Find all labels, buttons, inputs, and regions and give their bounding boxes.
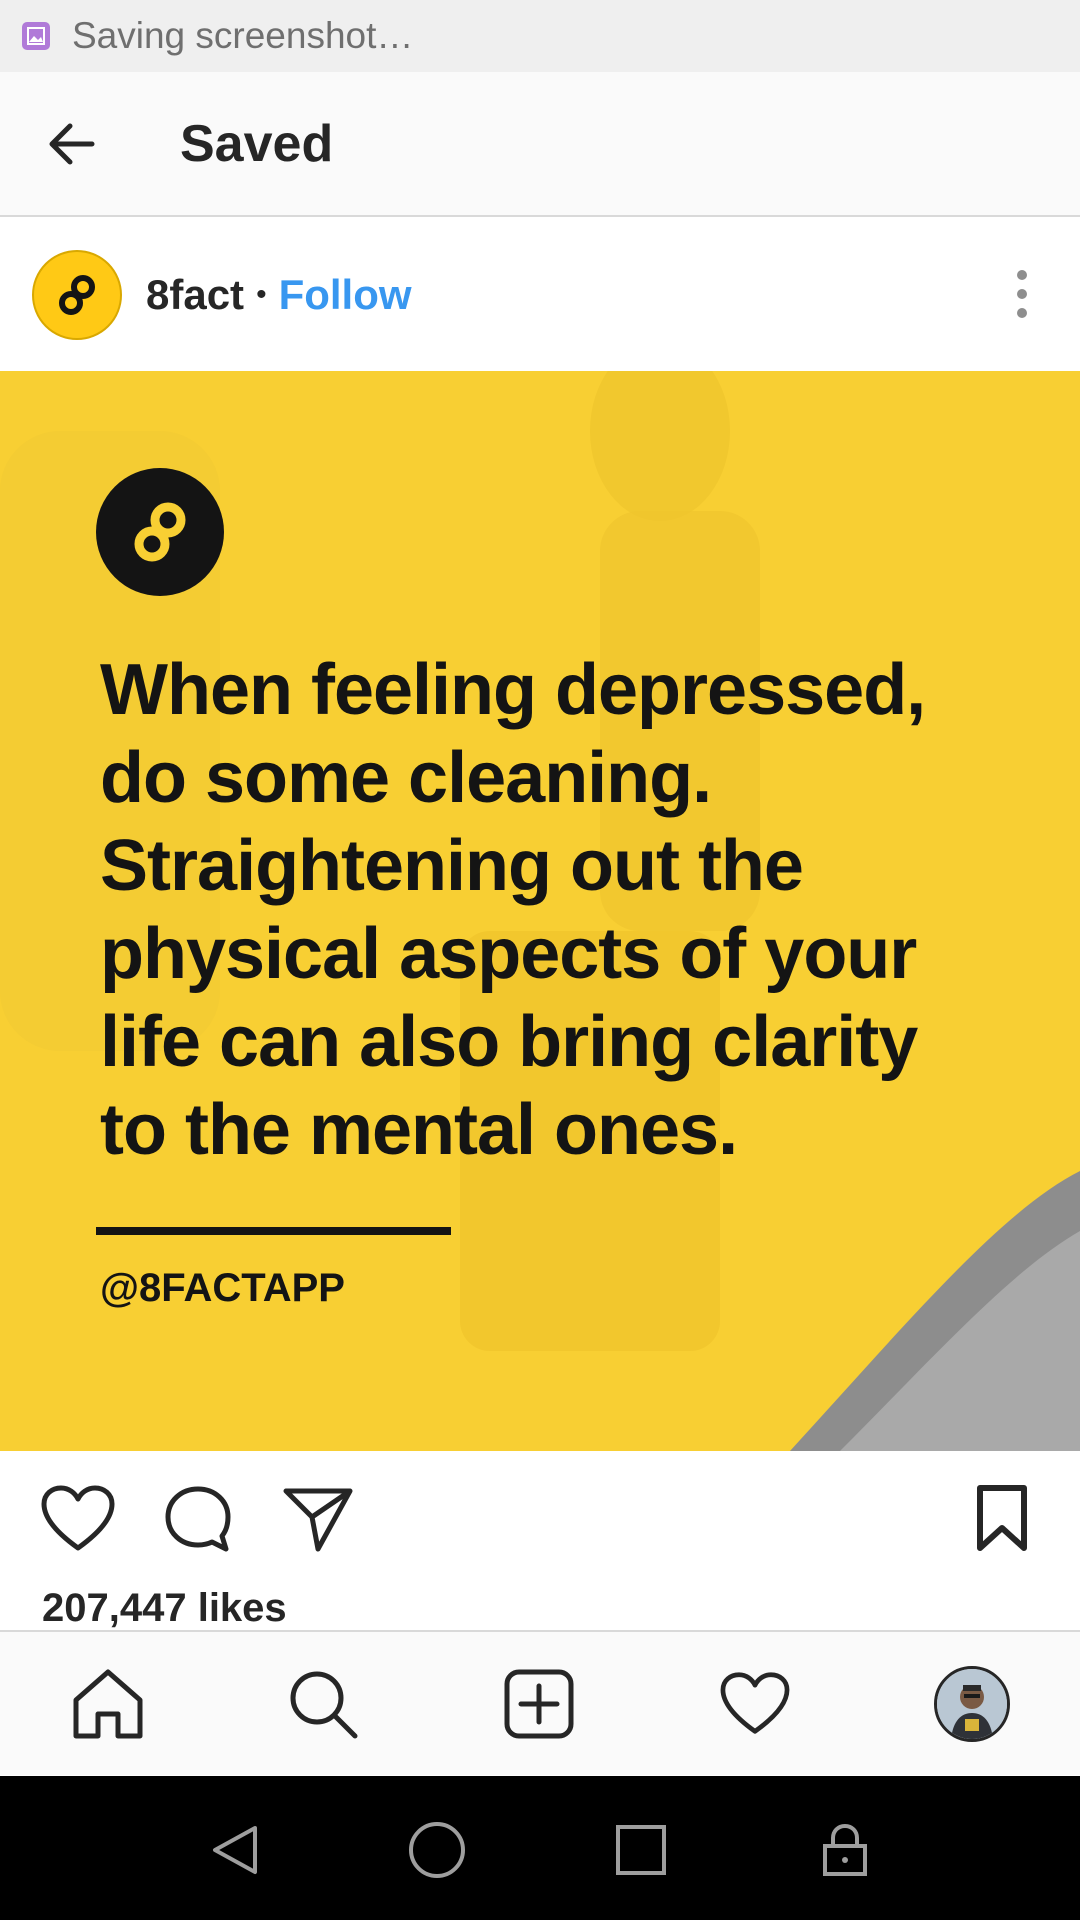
separator-dot: •	[256, 277, 267, 311]
comment-button[interactable]	[158, 1479, 238, 1559]
lock-icon	[823, 1823, 867, 1876]
nav-profile-button[interactable]	[930, 1662, 1014, 1746]
comment-icon	[165, 1486, 231, 1552]
system-lock-button[interactable]	[813, 1818, 877, 1882]
home-circle-icon	[409, 1822, 465, 1878]
user-photo-icon	[937, 1669, 1007, 1739]
8fact-logo-icon	[59, 274, 95, 315]
system-back-button[interactable]	[203, 1818, 267, 1882]
arrow-left-icon	[49, 123, 95, 164]
nav-search-button[interactable]	[281, 1662, 365, 1746]
status-bar: Saving screenshot…	[0, 0, 1080, 72]
more-options-button[interactable]	[1004, 264, 1040, 324]
quote-divider	[96, 1227, 451, 1235]
back-icon	[213, 1826, 257, 1874]
save-button[interactable]	[962, 1479, 1042, 1559]
post-image[interactable]: When feeling depressed, do some cleaning…	[0, 371, 1080, 1451]
likes-count[interactable]: 207,447 likes	[42, 1586, 287, 1631]
post-header: 8fact • Follow	[0, 218, 1080, 371]
nav-home-button[interactable]	[66, 1662, 150, 1746]
page-title: Saved	[180, 114, 334, 173]
nav-new-post-button[interactable]	[497, 1662, 581, 1746]
app-bar: Saved	[0, 72, 1080, 217]
gallery-icon	[22, 22, 50, 50]
profile-avatar	[934, 1666, 1010, 1742]
heart-icon	[720, 1672, 790, 1734]
post-author-line: 8fact • Follow	[146, 271, 412, 319]
new-post-icon	[504, 1669, 574, 1739]
post-quote: When feeling depressed, do some cleaning…	[100, 650, 926, 1170]
8fact-logo-icon	[134, 502, 186, 562]
more-vertical-icon	[1017, 270, 1027, 280]
follow-button[interactable]: Follow	[279, 271, 412, 319]
system-home-button[interactable]	[405, 1818, 469, 1882]
bookmark-icon	[977, 1485, 1027, 1551]
back-button[interactable]	[22, 94, 122, 194]
recents-icon	[616, 1825, 666, 1875]
screen: Saving screenshot… Saved 8fact • Follow	[0, 0, 1080, 1920]
post-actions	[0, 1451, 1080, 1586]
8fact-logo-badge	[96, 468, 224, 596]
system-nav-bar	[0, 1776, 1080, 1920]
heart-icon	[41, 1485, 115, 1551]
like-button[interactable]	[38, 1479, 118, 1559]
share-button[interactable]	[278, 1479, 358, 1559]
send-icon	[283, 1488, 353, 1552]
bottom-nav	[0, 1630, 1080, 1775]
post-author-avatar[interactable]	[32, 249, 122, 340]
status-text: Saving screenshot…	[72, 15, 414, 56]
nav-activity-button[interactable]	[713, 1662, 797, 1746]
system-recents-button[interactable]	[609, 1818, 673, 1882]
post-handle: @8FACTAPP	[100, 1266, 345, 1310]
home-icon	[73, 1669, 143, 1739]
search-icon	[290, 1671, 358, 1739]
post-username[interactable]: 8fact	[146, 271, 244, 319]
